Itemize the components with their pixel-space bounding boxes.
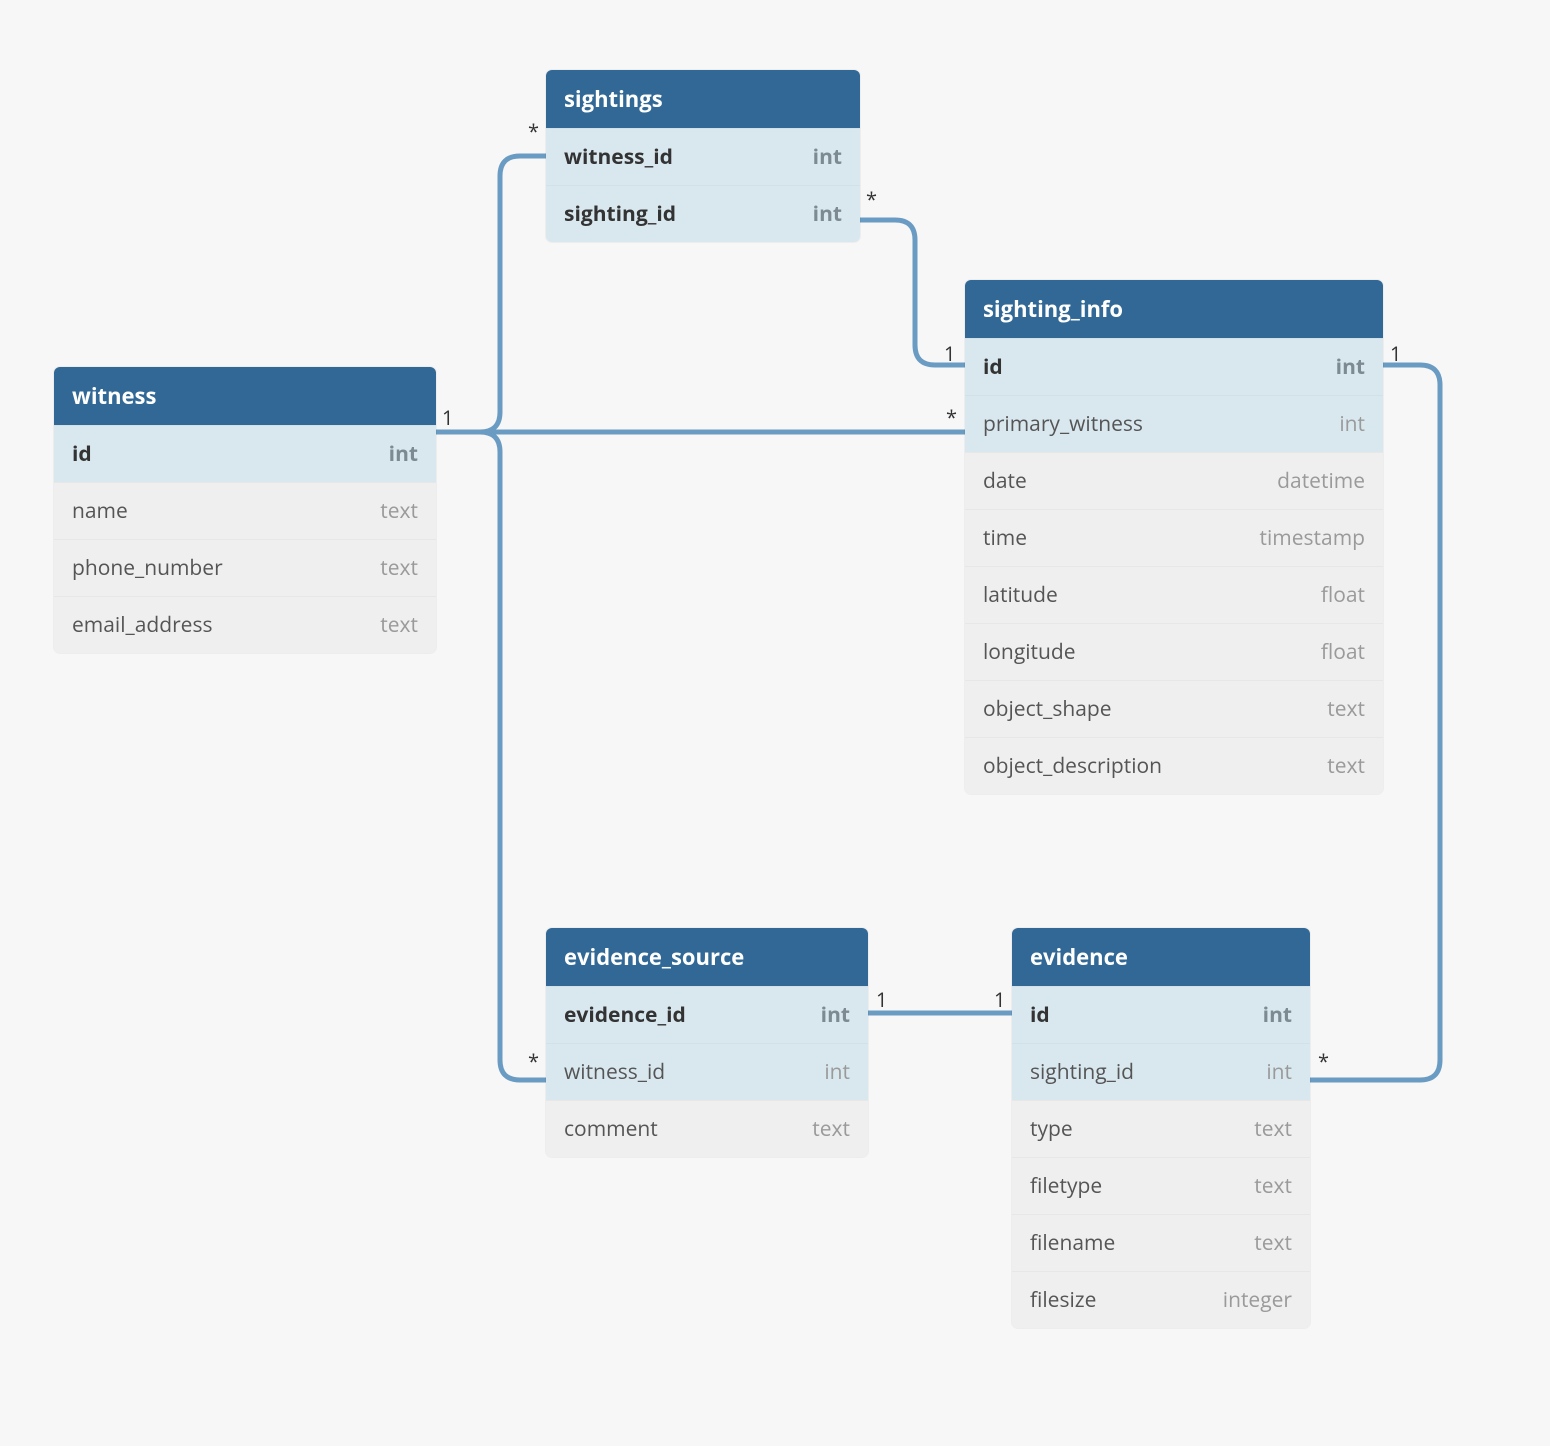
field-row: comment text — [546, 1100, 868, 1157]
field-name: time — [983, 524, 1027, 552]
field-row: email_address text — [54, 596, 436, 653]
field-type: text — [1327, 752, 1365, 780]
field-row: filetype text — [1012, 1157, 1310, 1214]
field-type: text — [1254, 1229, 1292, 1257]
field-type: text — [1254, 1115, 1292, 1143]
field-type: text — [380, 611, 418, 639]
field-type: int — [821, 1001, 850, 1029]
field-row: object_shape text — [965, 680, 1383, 737]
entity-header: evidence_source — [546, 928, 868, 986]
field-name: witness_id — [564, 1058, 665, 1086]
field-type: int — [1266, 1058, 1292, 1086]
entity-sighting-info[interactable]: sighting_info id int primary_witness int… — [965, 280, 1383, 794]
field-row: type text — [1012, 1100, 1310, 1157]
cardinality-label: 1 — [944, 340, 955, 367]
field-type: int — [824, 1058, 850, 1086]
field-name: filename — [1030, 1229, 1115, 1257]
field-row: filename text — [1012, 1214, 1310, 1271]
field-row: date datetime — [965, 452, 1383, 509]
field-type: float — [1321, 638, 1365, 666]
field-row: time timestamp — [965, 509, 1383, 566]
field-type: int — [1339, 410, 1365, 438]
field-type: integer — [1223, 1286, 1292, 1314]
field-name: primary_witness — [983, 410, 1143, 438]
field-name: object_shape — [983, 695, 1112, 723]
entity-evidence[interactable]: evidence id int sighting_id int type tex… — [1012, 928, 1310, 1328]
entity-header: witness — [54, 367, 436, 425]
field-name: evidence_id — [564, 1001, 686, 1029]
cardinality-label: * — [528, 118, 539, 145]
field-name: witness_id — [564, 143, 673, 171]
cardinality-label: * — [946, 404, 957, 431]
entity-evidence-source[interactable]: evidence_source evidence_id int witness_… — [546, 928, 868, 1157]
entity-header: evidence — [1012, 928, 1310, 986]
field-row: id int — [54, 425, 436, 482]
field-row: witness_id int — [546, 1043, 868, 1100]
field-type: int — [813, 200, 842, 228]
field-type: float — [1321, 581, 1365, 609]
field-row: id int — [1012, 986, 1310, 1043]
entity-witness[interactable]: witness id int name text phone_number te… — [54, 367, 436, 653]
cardinality-label: * — [1318, 1048, 1329, 1075]
field-name: name — [72, 497, 128, 525]
field-name: latitude — [983, 581, 1058, 609]
field-type: int — [813, 143, 842, 171]
field-type: timestamp — [1260, 524, 1365, 552]
field-row: sighting_id int — [1012, 1043, 1310, 1100]
field-name: phone_number — [72, 554, 223, 582]
field-name: filesize — [1030, 1286, 1096, 1314]
field-name: comment — [564, 1115, 658, 1143]
field-type: text — [812, 1115, 850, 1143]
cardinality-label: 1 — [876, 986, 887, 1013]
field-name: sighting_id — [564, 200, 676, 228]
field-type: int — [1336, 353, 1365, 381]
entity-sightings[interactable]: sightings witness_id int sighting_id int — [546, 70, 860, 242]
field-name: id — [72, 440, 92, 468]
field-row: primary_witness int — [965, 395, 1383, 452]
field-name: filetype — [1030, 1172, 1102, 1200]
field-type: text — [380, 554, 418, 582]
field-name: type — [1030, 1115, 1073, 1143]
er-diagram-canvas: witness id int name text phone_number te… — [0, 0, 1550, 1446]
field-name: email_address — [72, 611, 212, 639]
field-row: id int — [965, 338, 1383, 395]
field-type: datetime — [1277, 467, 1365, 495]
field-name: date — [983, 467, 1027, 495]
field-name: longitude — [983, 638, 1076, 666]
field-row: name text — [54, 482, 436, 539]
field-row: witness_id int — [546, 128, 860, 185]
field-type: int — [389, 440, 418, 468]
field-row: latitude float — [965, 566, 1383, 623]
cardinality-label: * — [528, 1048, 539, 1075]
cardinality-label: * — [866, 186, 877, 213]
field-row: filesize integer — [1012, 1271, 1310, 1328]
field-row: evidence_id int — [546, 986, 868, 1043]
cardinality-label: 1 — [442, 404, 453, 431]
field-name: object_description — [983, 752, 1162, 780]
field-name: id — [983, 353, 1003, 381]
field-type: text — [1327, 695, 1365, 723]
field-type: int — [1263, 1001, 1292, 1029]
field-row: phone_number text — [54, 539, 436, 596]
field-row: sighting_id int — [546, 185, 860, 242]
cardinality-label: 1 — [994, 986, 1005, 1013]
field-type: text — [1254, 1172, 1292, 1200]
cardinality-label: 1 — [1390, 340, 1401, 367]
field-name: sighting_id — [1030, 1058, 1134, 1086]
field-row: object_description text — [965, 737, 1383, 794]
entity-header: sightings — [546, 70, 860, 128]
field-type: text — [380, 497, 418, 525]
field-row: longitude float — [965, 623, 1383, 680]
field-name: id — [1030, 1001, 1050, 1029]
entity-header: sighting_info — [965, 280, 1383, 338]
